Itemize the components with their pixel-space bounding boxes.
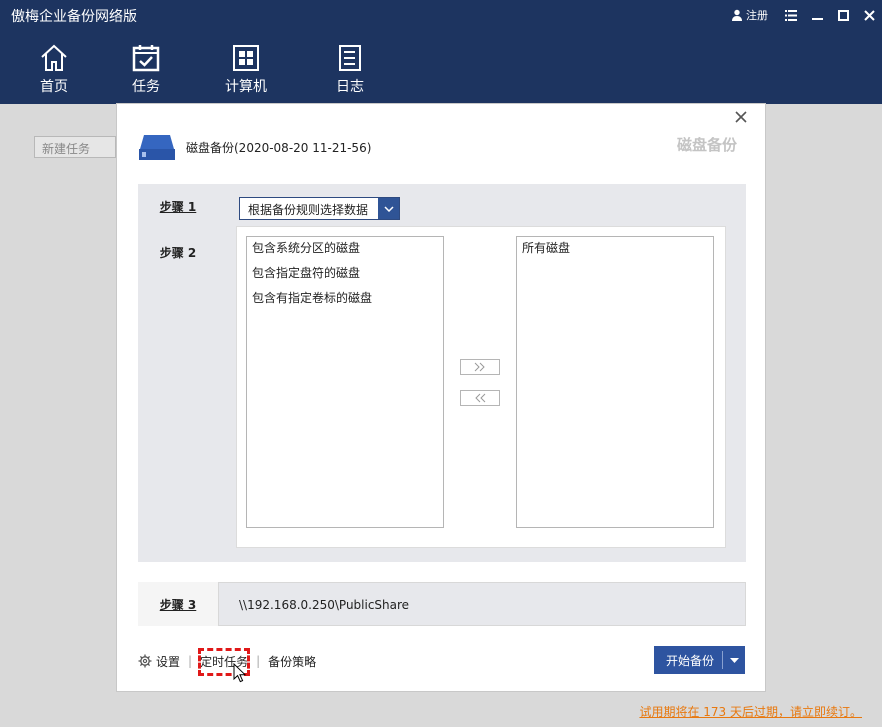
step-1-label: 步骤 1 [159,200,197,214]
disk-icon [139,135,175,160]
menu-button[interactable] [778,3,804,27]
top-bar: 傲梅企业备份网络版 注册 首页 任务 计算机 日志 [0,0,882,104]
settings-link[interactable]: 设置 [138,653,180,670]
list-item[interactable]: 包含系统分区的磁盘 [247,237,443,262]
step-3-label: 步骤 3 [159,598,197,612]
rule-select-arrow[interactable] [378,198,399,219]
chevron-down-icon [383,205,394,212]
app-title: 傲梅企业备份网络版 [11,9,137,25]
strategy-link[interactable]: 备份策略 [268,653,316,670]
start-backup-label: 开始备份 [665,653,714,668]
new-task-button[interactable]: 新建任务 [34,136,116,158]
nav-log-label: 日志 [336,79,364,95]
rule-select[interactable]: 根据备份规则选择数据 [239,197,400,220]
step-content: 根据备份规则选择数据 包含系统分区的磁盘 包含指定盘符的磁盘 包含有指定卷标的磁… [218,184,746,562]
move-right-button[interactable] [460,359,500,375]
settings-label: 设置 [156,654,181,669]
nav-computer[interactable]: 计算机 [216,40,276,100]
step-1[interactable]: 步骤 1 [138,184,218,228]
gear-icon [138,654,152,668]
dialog-ghost-title: 磁盘备份 [677,136,738,154]
user-icon [732,9,742,21]
login-button[interactable]: 注册 [731,7,768,23]
backup-dialog: 磁盘备份(2020-08-20 11-21-56) 磁盘备份 步骤 1 步骤 2… [116,103,766,692]
minimize-button[interactable] [804,3,830,27]
step-3[interactable]: 步骤 3 [138,582,218,626]
login-label: 注册 [746,9,768,22]
menu-icon [785,9,797,21]
mouse-cursor-icon [233,663,247,683]
start-backup-menu-button[interactable] [723,646,745,674]
double-chevron-left-icon [475,393,486,403]
step-2[interactable]: 步骤 2 [138,230,218,274]
minimize-icon [811,17,823,20]
log-icon [339,45,361,71]
nav-home[interactable]: 首页 [24,40,84,100]
bottom-links: 设置 | 定时任务 | 备份策略 [138,647,316,676]
step-3-panel: 步骤 3 \\192.168.0.250\PublicShare [138,582,746,626]
close-window-button[interactable] [856,3,882,27]
task-icon [132,45,160,72]
trial-notice-link[interactable]: 试用期将在 173 天后过期，请立即续订。 [639,703,862,720]
nav-log[interactable]: 日志 [320,40,380,100]
steps-panel: 步骤 1 步骤 2 根据备份规则选择数据 包含系统分区的磁盘 包含指定盘符的磁盘… [138,184,746,562]
close-icon [735,111,747,123]
list-item[interactable]: 所有磁盘 [517,237,713,262]
strategy-label: 备份策略 [268,654,317,669]
double-chevron-right-icon [474,362,485,372]
rule-selection-area: 包含系统分区的磁盘 包含指定盘符的磁盘 包含有指定卷标的磁盘 所有磁盘 [236,226,726,548]
selected-rules-list[interactable]: 所有磁盘 [516,236,714,528]
dialog-close-button[interactable] [734,110,748,124]
maximize-button[interactable] [830,3,856,27]
destination-path[interactable]: \\192.168.0.250\PublicShare [218,582,746,626]
nav-computer-label: 计算机 [225,79,267,95]
list-item[interactable]: 包含有指定卷标的磁盘 [247,287,443,312]
move-left-button[interactable] [460,390,500,406]
maximize-icon [837,9,849,21]
nav-home-label: 首页 [40,79,68,95]
separator: | [188,654,193,668]
dialog-header-text: 磁盘备份(2020-08-20 11-21-56) [186,141,372,155]
list-item[interactable]: 包含指定盘符的磁盘 [247,262,443,287]
nav-task-label: 任务 [132,79,160,95]
computer-icon [233,45,259,71]
step-2-label: 步骤 2 [159,246,197,260]
window-controls: 注册 [731,3,882,27]
nav-task[interactable]: 任务 [116,40,176,100]
home-icon [41,44,67,71]
caret-down-icon [729,657,739,663]
close-icon [863,9,875,21]
rule-select-value: 根据备份规则选择数据 [248,203,369,217]
start-backup-button[interactable]: 开始备份 [654,646,745,674]
separator: | [256,654,261,668]
available-rules-list[interactable]: 包含系统分区的磁盘 包含指定盘符的磁盘 包含有指定卷标的磁盘 [246,236,444,528]
